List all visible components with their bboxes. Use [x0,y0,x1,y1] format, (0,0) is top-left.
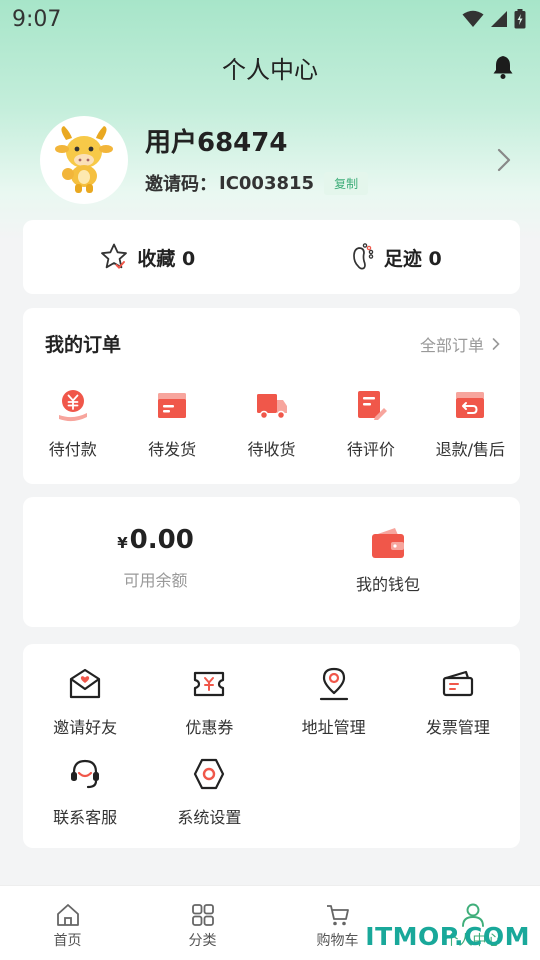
truck-icon [256,394,287,420]
tool-label: 联系客服 [53,808,118,827]
tool-label: 系统设置 [177,808,242,827]
tab-label: 购物车 [316,933,359,949]
headset-icon [71,759,100,789]
invite-icon [70,668,101,699]
footprint-label: 足迹 0 [383,247,442,270]
collect-button[interactable]: 收藏 0 [23,242,272,272]
status-icons [462,9,526,29]
order-label: 退款/售后 [435,440,506,459]
tool-customer-service[interactable]: 联系客服 [23,756,147,828]
refund-icon [456,392,485,418]
invite-code-row: 邀请码： IC003815 复制 [145,170,369,196]
order-pending-shipment[interactable]: 待发货 [122,388,221,460]
tool-label: 地址管理 [301,718,366,737]
title-bar: 个人中心 [0,44,540,90]
invoice-icon [442,670,473,697]
orders-title: 我的订单 [45,334,122,356]
tool-label: 发票管理 [425,718,490,737]
tool-address-management[interactable]: 地址管理 [272,666,396,738]
chevron-right-icon[interactable] [496,146,512,174]
watermark: ITMOP.COM [365,922,530,951]
currency-symbol: ¥ [117,534,128,552]
payment-icon [58,390,87,422]
settings-icon [194,758,225,790]
grid-icon [191,904,214,926]
battery-icon [514,9,526,29]
tab-category[interactable]: 分类 [135,886,270,960]
page-title: 个人中心 [222,55,318,84]
balance-block[interactable]: ¥0.00 可用余额 [23,525,288,591]
star-icon [101,243,128,269]
my-wallet-button[interactable]: 我的钱包 [323,525,453,595]
balance-value: ¥0.00 [23,525,288,555]
chevron-right-icon [492,338,500,350]
status-bar: 9:07 [0,0,540,38]
signal-icon [491,11,507,27]
review-icon [357,391,387,420]
tab-home[interactable]: 首页 [0,886,135,960]
order-label: 待评价 [346,440,395,459]
order-pending-review[interactable]: 待评价 [321,388,420,460]
invite-code-label: 邀请码： [145,174,217,195]
wallet-icon [372,528,404,558]
wifi-icon [462,10,484,27]
tool-label: 优惠券 [185,718,234,737]
tool-label: 邀请好友 [53,718,118,737]
order-label: 待收货 [247,440,296,459]
profile-section[interactable]: 用户68474 邀请码： IC003815 复制 [40,116,520,206]
copy-button[interactable]: 复制 [324,171,369,195]
balance-label: 可用余额 [123,571,188,590]
tool-coupons[interactable]: 优惠券 [147,666,271,738]
order-label: 待发货 [148,440,197,459]
tab-label: 首页 [53,933,82,949]
tool-invite-friends[interactable]: 邀请好友 [23,666,147,738]
favorites-card: 收藏 0 足迹 0 [23,220,520,294]
tool-invoice-management[interactable]: 发票管理 [396,666,520,738]
orders-card: 我的订单 全部订单 待付款 待发货 待收货 待评价 退款/售后 [23,308,520,484]
footprint-icon [352,243,374,270]
tab-label: 分类 [188,933,217,949]
cart-icon [326,905,349,926]
order-refund-aftersale[interactable]: 退款/售后 [421,388,520,460]
order-pending-payment[interactable]: 待付款 [23,388,122,460]
order-status-row: 待付款 待发货 待收货 待评价 退款/售后 [23,388,520,460]
tools-grid: 邀请好友 优惠券 地址管理 发票管理 联系客服 系统设置 [23,666,520,828]
wallet-label: 我的钱包 [355,575,420,594]
invite-code-value: IC003815 [219,172,315,194]
balance-amount: 0.00 [129,525,194,555]
home-icon [56,904,79,926]
cow-mascot-icon [55,126,113,193]
box-icon [158,393,187,418]
collect-label: 收藏 0 [137,247,196,270]
username: 用户68474 [145,128,288,158]
wallet-card: ¥0.00 可用余额 我的钱包 [23,497,520,627]
status-time: 9:07 [12,6,62,32]
all-orders-label: 全部订单 [419,336,484,355]
avatar[interactable] [40,116,128,204]
coupon-icon [194,671,225,697]
footprint-button[interactable]: 足迹 0 [272,242,521,272]
order-label: 待付款 [48,440,97,459]
order-pending-receipt[interactable]: 待收货 [222,388,321,460]
tools-card: 邀请好友 优惠券 地址管理 发票管理 联系客服 系统设置 [23,644,520,848]
tool-system-settings[interactable]: 系统设置 [147,756,271,828]
location-icon [319,667,348,701]
all-orders-link[interactable]: 全部订单 [420,332,500,356]
bell-icon[interactable] [490,54,516,80]
